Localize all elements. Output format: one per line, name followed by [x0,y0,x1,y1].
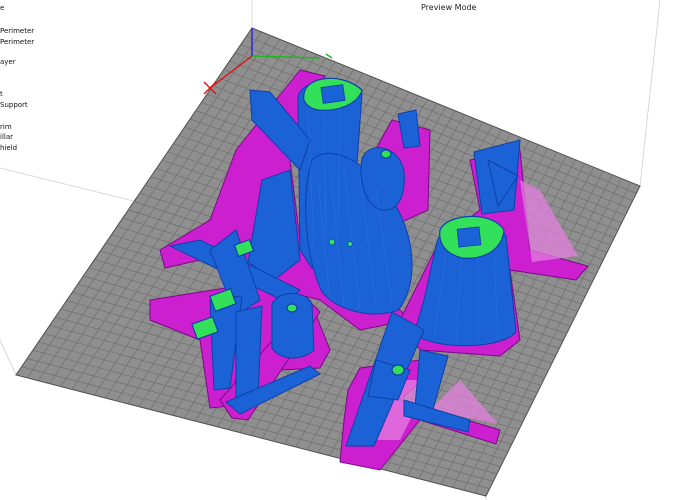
legend-item[interactable]: hield [0,144,17,153]
legend-item[interactable]: ayer [0,58,16,67]
preview-viewport[interactable] [0,0,676,500]
layer-legend: e Perimeter Perimeter ayer t Support rim… [0,0,60,160]
preview-mode-label: Preview Mode [421,3,477,12]
legend-item[interactable]: illar [0,133,13,142]
legend-item[interactable]: e [0,4,4,13]
legend-item[interactable]: Support [0,101,28,110]
legend-item[interactable]: Perimeter [0,38,34,47]
legend-item[interactable]: t [0,90,3,99]
legend-item[interactable]: Perimeter [0,27,34,36]
legend-item[interactable]: rim [0,123,12,132]
